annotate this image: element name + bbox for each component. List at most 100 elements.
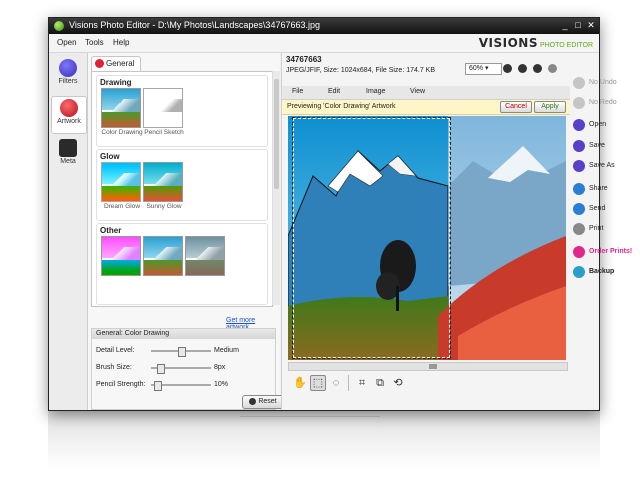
menu-tools[interactable]: Tools [85, 38, 104, 47]
image-menu-bar: File Edit Image View [282, 86, 570, 100]
nav-artwork[interactable]: Artwork [51, 96, 87, 134]
thumb-other-2[interactable] [143, 236, 183, 276]
print-icon [573, 223, 585, 235]
artwork-list: Drawing Color Drawing Pencil Sketch Glow… [91, 71, 273, 307]
group-other: Other [96, 223, 268, 305]
toolbar-divider [348, 375, 349, 391]
thumb-other-1[interactable] [101, 236, 141, 276]
zoom-value: 60% [469, 65, 484, 72]
undo-icon [573, 77, 585, 89]
filters-icon [59, 59, 77, 77]
app-window: Visions Photo Editor - D:\My Photos\Land… [48, 17, 632, 411]
reset-label: Reset [258, 398, 277, 405]
open-icon [573, 119, 585, 131]
brush-size-slider[interactable] [151, 364, 211, 374]
photo-canvas[interactable] [288, 116, 566, 360]
save-as-label: Save As [589, 162, 615, 169]
scrollbar-thumb[interactable] [274, 79, 279, 189]
order-prints-icon [573, 246, 585, 258]
pencil-strength-label: Pencil Strength: [96, 381, 146, 388]
thumb-sunny-glow[interactable] [143, 162, 183, 202]
hscroll-thumb[interactable] [429, 364, 437, 369]
apply-button[interactable]: Apply [534, 101, 566, 113]
panel-scrollbar[interactable] [272, 71, 280, 305]
image-menu-file[interactable]: File [292, 88, 303, 95]
thumb-other-3[interactable] [185, 236, 225, 276]
menu-help[interactable]: Help [113, 38, 129, 47]
nav-meta-label: Meta [60, 158, 76, 165]
zoom-in-icon[interactable] [503, 64, 512, 73]
brush-size-row: Brush Size: 8px [96, 362, 274, 374]
pencil-strength-slider[interactable] [151, 381, 211, 391]
send-icon [573, 203, 585, 215]
actions-panel: No Undo No Redo Open Save Save As Share … [570, 53, 632, 410]
nav-meta[interactable]: Meta [51, 137, 85, 173]
zoom-select[interactable]: 60% ▾ [465, 63, 502, 75]
detail-level-slider[interactable] [151, 347, 211, 357]
app-icon [54, 21, 64, 31]
slider-knob[interactable] [157, 364, 165, 374]
image-menu-image[interactable]: Image [366, 88, 385, 95]
group-glow: Glow Dream Glow Sunny Glow [96, 149, 268, 221]
menu-bar: Open Tools Help VISIONS PHOTO EDITOR [49, 34, 599, 53]
image-menu-view[interactable]: View [410, 88, 425, 95]
thumb-color-drawing[interactable] [101, 88, 141, 128]
zoom-actual-icon[interactable] [548, 64, 557, 73]
resize-tool-icon[interactable]: ⧉ [372, 375, 388, 391]
slider-knob[interactable] [154, 381, 162, 391]
left-nav: Filters Artwork Meta [49, 53, 88, 410]
tab-general-label: General [106, 59, 135, 68]
meta-icon [59, 139, 77, 157]
detail-level-row: Detail Level: Medium [96, 345, 274, 357]
horizontal-scrollbar[interactable] [288, 362, 568, 371]
selection-rectangle[interactable] [292, 117, 451, 359]
ellipse-select-tool-icon[interactable]: ◌ [328, 375, 344, 391]
rect-select-tool-icon[interactable]: ⬚ [310, 375, 326, 391]
zoom-fit-icon[interactable] [533, 64, 542, 73]
maximize-button[interactable]: □ [572, 19, 584, 31]
nav-filters[interactable]: Filters [51, 57, 85, 93]
thumb-label: Sunny Glow [146, 203, 182, 210]
zoom-out-icon[interactable] [518, 64, 527, 73]
image-menu-edit[interactable]: Edit [328, 88, 340, 95]
share-icon [573, 183, 585, 195]
hand-tool-icon[interactable]: ✋ [292, 375, 308, 391]
thumb-pencil-sketch[interactable] [143, 88, 183, 128]
open-label: Open [589, 121, 607, 128]
title-bar: Visions Photo Editor - D:\My Photos\Land… [49, 18, 599, 34]
slider-knob[interactable] [178, 347, 186, 357]
tab-general[interactable]: General [91, 56, 141, 71]
close-button[interactable]: ✕ [585, 19, 597, 31]
backup-icon [573, 266, 585, 278]
nav-artwork-label: Artwork [57, 118, 81, 125]
logo-sub: PHOTO EDITOR [539, 42, 593, 49]
menu-open[interactable]: Open [57, 38, 77, 47]
reset-icon [249, 397, 257, 405]
rotate-tool-icon[interactable]: ⟲ [390, 375, 406, 391]
backup-label: Backup [589, 268, 615, 275]
minimize-button[interactable]: _ [559, 19, 571, 31]
save-icon [573, 140, 585, 152]
window-reflection [48, 410, 600, 470]
settings-header: General: Color Drawing [92, 329, 275, 339]
order-prints-label: Order Prints! [589, 248, 633, 255]
send-label: Send [589, 205, 606, 212]
cancel-button[interactable]: Cancel [500, 101, 532, 113]
group-title: Drawing [100, 78, 132, 87]
reset-button[interactable]: Reset [242, 395, 284, 409]
save-label: Save [589, 142, 605, 149]
detail-level-value: Medium [214, 347, 239, 354]
save-as-icon [573, 160, 585, 172]
thumb-dream-glow[interactable] [101, 162, 141, 202]
undo-label: No Undo [589, 79, 617, 86]
artwork-settings: General: Color Drawing Detail Level: Med… [91, 328, 284, 410]
crop-tool-icon[interactable]: ⌗ [354, 375, 370, 391]
brand-logo: VISIONS PHOTO EDITOR [479, 36, 593, 50]
pencil-strength-row: Pencil Strength: 10% [96, 379, 274, 391]
nav-filters-label: Filters [58, 78, 78, 85]
preview-bar: Previewing 'Color Drawing' Artwork Cance… [282, 100, 570, 115]
redo-icon [573, 97, 585, 109]
share-label: Share [589, 185, 608, 192]
logo-brand: VISIONS [478, 36, 538, 50]
image-name: 34767663 [286, 55, 322, 64]
